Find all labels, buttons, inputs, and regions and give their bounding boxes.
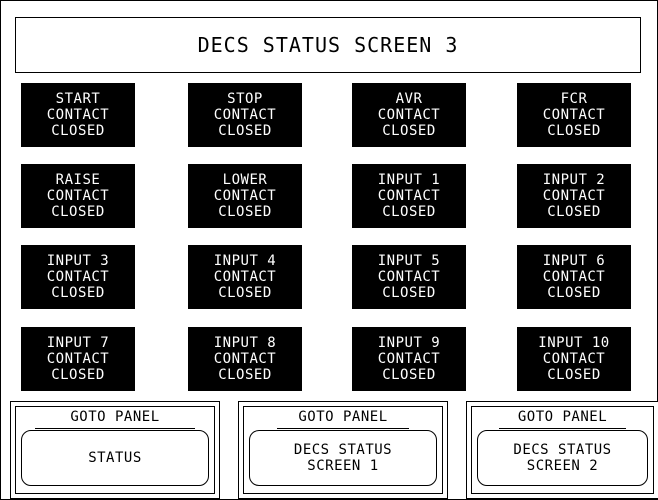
indicator-line-2: CONTACT bbox=[377, 188, 441, 204]
goto-panel-label: GOTO PANEL bbox=[298, 409, 388, 425]
input-4-contact-indicator: INPUT 4 CONTACT CLOSED bbox=[188, 245, 302, 309]
indicator-line-2: CONTACT bbox=[213, 351, 277, 367]
indicator-line-2: CONTACT bbox=[542, 351, 606, 367]
screen-title: DECS STATUS SCREEN 3 bbox=[197, 33, 459, 57]
input-7-contact-indicator: INPUT 7 CONTACT CLOSED bbox=[21, 327, 135, 391]
goto-label-underline bbox=[277, 428, 409, 429]
indicator-line-3: CLOSED bbox=[382, 367, 436, 383]
input-9-contact-indicator: INPUT 9 CONTACT CLOSED bbox=[352, 327, 466, 391]
input-8-contact-indicator: INPUT 8 CONTACT CLOSED bbox=[188, 327, 302, 391]
indicator-line-2: CONTACT bbox=[542, 188, 606, 204]
indicator-line-3: CLOSED bbox=[218, 367, 272, 383]
indicator-line-1: INPUT 4 bbox=[213, 253, 277, 269]
indicator-line-2: CONTACT bbox=[377, 269, 441, 285]
fcr-contact-indicator: FCR CONTACT CLOSED bbox=[517, 83, 631, 147]
screen-title-box: DECS STATUS SCREEN 3 bbox=[15, 17, 641, 73]
target-line-2: SCREEN 2 bbox=[526, 458, 599, 474]
indicator-line-3: CLOSED bbox=[51, 204, 105, 220]
indicator-line-3: CLOSED bbox=[382, 204, 436, 220]
indicator-line-3: CLOSED bbox=[218, 285, 272, 301]
indicator-line-2: CONTACT bbox=[542, 269, 606, 285]
goto-label-underline bbox=[35, 428, 195, 429]
indicator-line-1: INPUT 1 bbox=[377, 172, 441, 188]
lower-contact-indicator: LOWER CONTACT CLOSED bbox=[188, 164, 302, 228]
avr-contact-indicator: AVR CONTACT CLOSED bbox=[352, 83, 466, 147]
indicator-line-3: CLOSED bbox=[51, 367, 105, 383]
indicator-line-1: INPUT 9 bbox=[377, 335, 441, 351]
indicator-line-1: RAISE bbox=[55, 172, 101, 188]
start-contact-indicator: START CONTACT CLOSED bbox=[21, 83, 135, 147]
indicator-line-3: CLOSED bbox=[547, 123, 601, 139]
goto-decs-status-screen-1-button[interactable]: GOTO PANEL DECS STATUS SCREEN 1 bbox=[238, 401, 448, 499]
indicator-line-2: CONTACT bbox=[46, 188, 110, 204]
target-label-box: STATUS bbox=[21, 430, 209, 486]
indicator-line-1: INPUT 10 bbox=[538, 335, 610, 351]
hmi-screen: DECS STATUS SCREEN 3 START CONTACT CLOSE… bbox=[0, 0, 658, 500]
indicator-line-1: LOWER bbox=[222, 172, 268, 188]
indicator-line-2: CONTACT bbox=[46, 107, 110, 123]
indicator-line-3: CLOSED bbox=[218, 204, 272, 220]
target-label-box: DECS STATUS SCREEN 1 bbox=[249, 430, 437, 486]
indicator-line-1: START bbox=[55, 91, 101, 107]
indicator-line-3: CLOSED bbox=[547, 367, 601, 383]
indicator-line-1: STOP bbox=[227, 91, 263, 107]
indicator-line-1: INPUT 7 bbox=[46, 335, 110, 351]
indicator-line-2: CONTACT bbox=[377, 351, 441, 367]
target-line-1: STATUS bbox=[88, 450, 142, 466]
indicator-line-3: CLOSED bbox=[51, 285, 105, 301]
goto-decs-status-screen-2-button[interactable]: GOTO PANEL DECS STATUS SCREEN 2 bbox=[466, 401, 658, 499]
target-line-1: DECS STATUS bbox=[293, 442, 393, 458]
indicator-line-1: INPUT 3 bbox=[46, 253, 110, 269]
indicator-line-1: FCR bbox=[560, 91, 588, 107]
indicator-line-1: INPUT 5 bbox=[377, 253, 441, 269]
indicator-line-1: INPUT 8 bbox=[213, 335, 277, 351]
goto-panel-label: GOTO PANEL bbox=[70, 409, 160, 425]
goto-status-panel-button[interactable]: GOTO PANEL STATUS bbox=[10, 401, 220, 499]
indicator-line-2: CONTACT bbox=[377, 107, 441, 123]
indicator-line-2: CONTACT bbox=[46, 269, 110, 285]
input-2-contact-indicator: INPUT 2 CONTACT CLOSED bbox=[517, 164, 631, 228]
indicator-line-1: AVR bbox=[395, 91, 423, 107]
input-5-contact-indicator: INPUT 5 CONTACT CLOSED bbox=[352, 245, 466, 309]
indicator-line-3: CLOSED bbox=[547, 204, 601, 220]
stop-contact-indicator: STOP CONTACT CLOSED bbox=[188, 83, 302, 147]
target-line-1: DECS STATUS bbox=[513, 442, 612, 458]
indicator-line-2: CONTACT bbox=[46, 351, 110, 367]
indicator-line-1: INPUT 2 bbox=[542, 172, 606, 188]
goto-panel-label: GOTO PANEL bbox=[517, 409, 608, 425]
indicator-line-2: CONTACT bbox=[542, 107, 606, 123]
input-10-contact-indicator: INPUT 10 CONTACT CLOSED bbox=[517, 327, 631, 391]
indicator-line-2: CONTACT bbox=[213, 107, 277, 123]
input-3-contact-indicator: INPUT 3 CONTACT CLOSED bbox=[21, 245, 135, 309]
indicator-line-3: CLOSED bbox=[547, 285, 601, 301]
target-line-2: SCREEN 1 bbox=[307, 458, 379, 474]
input-6-contact-indicator: INPUT 6 CONTACT CLOSED bbox=[517, 245, 631, 309]
indicator-line-2: CONTACT bbox=[213, 269, 277, 285]
goto-label-underline bbox=[499, 428, 626, 429]
target-label-box: DECS STATUS SCREEN 2 bbox=[477, 430, 648, 486]
raise-contact-indicator: RAISE CONTACT CLOSED bbox=[21, 164, 135, 228]
indicator-line-3: CLOSED bbox=[51, 123, 105, 139]
indicator-line-3: CLOSED bbox=[382, 123, 436, 139]
indicator-line-3: CLOSED bbox=[382, 285, 436, 301]
input-1-contact-indicator: INPUT 1 CONTACT CLOSED bbox=[352, 164, 466, 228]
indicator-line-1: INPUT 6 bbox=[542, 253, 606, 269]
indicator-line-3: CLOSED bbox=[218, 123, 272, 139]
indicator-line-2: CONTACT bbox=[213, 188, 277, 204]
